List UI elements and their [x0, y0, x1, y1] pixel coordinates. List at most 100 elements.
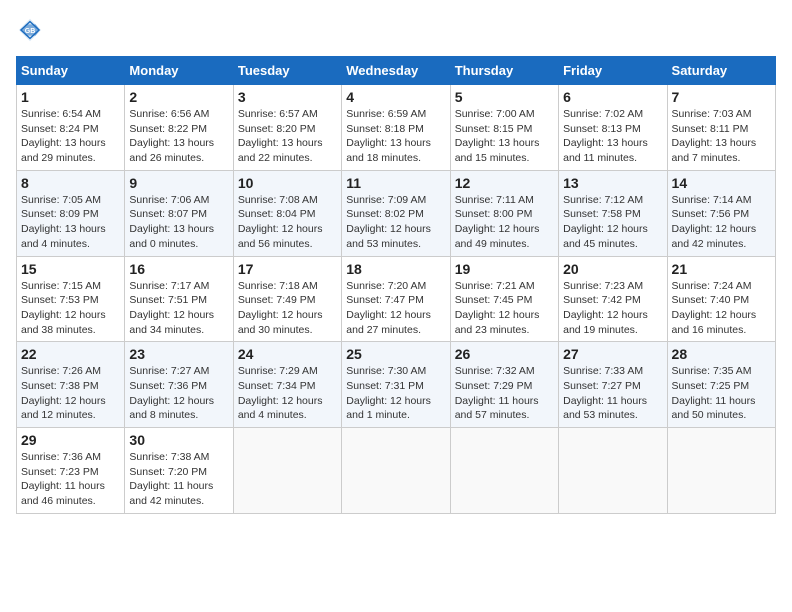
- calendar-cell: 23 Sunrise: 7:27 AM Sunset: 7:36 PM Dayli…: [125, 342, 233, 428]
- day-number: 5: [455, 89, 554, 105]
- day-number: 9: [129, 175, 228, 191]
- day-info: Sunrise: 6:56 AM Sunset: 8:22 PM Dayligh…: [129, 107, 228, 166]
- day-number: 29: [21, 432, 120, 448]
- day-number: 3: [238, 89, 337, 105]
- logo-icon: GB: [16, 16, 44, 44]
- day-number: 15: [21, 261, 120, 277]
- calendar-table: SundayMondayTuesdayWednesdayThursdayFrid…: [16, 56, 776, 514]
- day-number: 18: [346, 261, 445, 277]
- calendar-cell: 3 Sunrise: 6:57 AM Sunset: 8:20 PM Daylig…: [233, 85, 341, 171]
- day-info: Sunrise: 6:57 AM Sunset: 8:20 PM Dayligh…: [238, 107, 337, 166]
- calendar-cell: 30Sunrise: 7:38 AM Sunset: 7:20 PM Dayli…: [125, 428, 233, 514]
- day-number: 16: [129, 261, 228, 277]
- calendar-cell: 14 Sunrise: 7:14 AM Sunset: 7:56 PM Dayli…: [667, 170, 775, 256]
- calendar-week-2: 8 Sunrise: 7:05 AM Sunset: 8:09 PM Daylig…: [17, 170, 776, 256]
- calendar-cell: 17 Sunrise: 7:18 AM Sunset: 7:49 PM Dayli…: [233, 256, 341, 342]
- day-number: 27: [563, 346, 662, 362]
- day-info: Sunrise: 7:06 AM Sunset: 8:07 PM Dayligh…: [129, 193, 228, 252]
- day-info: Sunrise: 7:36 AM Sunset: 7:23 PM Dayligh…: [21, 450, 120, 509]
- day-info: Sunrise: 6:59 AM Sunset: 8:18 PM Dayligh…: [346, 107, 445, 166]
- day-info: Sunrise: 7:14 AM Sunset: 7:56 PM Dayligh…: [672, 193, 771, 252]
- calendar-cell: 16 Sunrise: 7:17 AM Sunset: 7:51 PM Dayli…: [125, 256, 233, 342]
- logo: GB: [16, 16, 48, 44]
- day-number: 11: [346, 175, 445, 191]
- calendar-cell: 22Sunrise: 7:26 AM Sunset: 7:38 PM Dayli…: [17, 342, 125, 428]
- calendar-week-5: 29 Sunrise: 7:36 AM Sunset: 7:23 PM Dayli…: [17, 428, 776, 514]
- day-info: Sunrise: 7:12 AM Sunset: 7:58 PM Dayligh…: [563, 193, 662, 252]
- day-number: 6: [563, 89, 662, 105]
- column-header-thursday: Thursday: [450, 57, 558, 85]
- column-header-friday: Friday: [559, 57, 667, 85]
- calendar-cell: 18 Sunrise: 7:20 AM Sunset: 7:47 PM Dayli…: [342, 256, 450, 342]
- day-info: Sunrise: 7:17 AM Sunset: 7:51 PM Dayligh…: [129, 279, 228, 338]
- day-info: Sunrise: 6:54 AM Sunset: 8:24 PM Dayligh…: [21, 107, 120, 166]
- column-header-monday: Monday: [125, 57, 233, 85]
- day-number: 20: [563, 261, 662, 277]
- column-header-tuesday: Tuesday: [233, 57, 341, 85]
- day-info: Sunrise: 7:18 AM Sunset: 7:49 PM Dayligh…: [238, 279, 337, 338]
- page-header: GB: [16, 16, 776, 44]
- day-number: 25: [346, 346, 445, 362]
- day-info: Sunrise: 7:20 AM Sunset: 7:47 PM Dayligh…: [346, 279, 445, 338]
- day-info: Sunrise: 7:15 AM Sunset: 7:53 PM Dayligh…: [21, 279, 120, 338]
- svg-text:GB: GB: [25, 28, 36, 35]
- calendar-cell: 27 Sunrise: 7:33 AM Sunset: 7:27 PM Dayli…: [559, 342, 667, 428]
- column-header-saturday: Saturday: [667, 57, 775, 85]
- calendar-cell: 26Sunrise: 7:32 AM Sunset: 7:29 PM Dayli…: [450, 342, 558, 428]
- calendar-cell: 20Sunrise: 7:23 AM Sunset: 7:42 PM Dayli…: [559, 256, 667, 342]
- calendar-cell: 28 Sunrise: 7:35 AM Sunset: 7:25 PM Dayli…: [667, 342, 775, 428]
- day-number: 12: [455, 175, 554, 191]
- calendar-week-1: 1 Sunrise: 6:54 AM Sunset: 8:24 PM Daylig…: [17, 85, 776, 171]
- day-info: Sunrise: 7:05 AM Sunset: 8:09 PM Dayligh…: [21, 193, 120, 252]
- calendar-cell: 19 Sunrise: 7:21 AM Sunset: 7:45 PM Dayli…: [450, 256, 558, 342]
- day-number: 10: [238, 175, 337, 191]
- calendar-cell: [450, 428, 558, 514]
- day-number: 28: [672, 346, 771, 362]
- day-info: Sunrise: 7:00 AM Sunset: 8:15 PM Dayligh…: [455, 107, 554, 166]
- calendar-cell: 29 Sunrise: 7:36 AM Sunset: 7:23 PM Dayli…: [17, 428, 125, 514]
- day-info: Sunrise: 7:09 AM Sunset: 8:02 PM Dayligh…: [346, 193, 445, 252]
- day-number: 8: [21, 175, 120, 191]
- day-info: Sunrise: 7:03 AM Sunset: 8:11 PM Dayligh…: [672, 107, 771, 166]
- day-info: Sunrise: 7:27 AM Sunset: 7:36 PM Dayligh…: [129, 364, 228, 423]
- day-number: 1: [21, 89, 120, 105]
- calendar-cell: 6Sunrise: 7:02 AM Sunset: 8:13 PM Daylig…: [559, 85, 667, 171]
- calendar-week-3: 15 Sunrise: 7:15 AM Sunset: 7:53 PM Dayli…: [17, 256, 776, 342]
- calendar-cell: 12 Sunrise: 7:11 AM Sunset: 8:00 PM Dayli…: [450, 170, 558, 256]
- calendar-cell: 24Sunrise: 7:29 AM Sunset: 7:34 PM Dayli…: [233, 342, 341, 428]
- calendar-cell: 7 Sunrise: 7:03 AM Sunset: 8:11 PM Daylig…: [667, 85, 775, 171]
- day-info: Sunrise: 7:35 AM Sunset: 7:25 PM Dayligh…: [672, 364, 771, 423]
- calendar-header-row: SundayMondayTuesdayWednesdayThursdayFrid…: [17, 57, 776, 85]
- day-info: Sunrise: 7:30 AM Sunset: 7:31 PM Dayligh…: [346, 364, 445, 423]
- day-info: Sunrise: 7:21 AM Sunset: 7:45 PM Dayligh…: [455, 279, 554, 338]
- day-number: 26: [455, 346, 554, 362]
- calendar-body: 1 Sunrise: 6:54 AM Sunset: 8:24 PM Daylig…: [17, 85, 776, 514]
- day-info: Sunrise: 7:38 AM Sunset: 7:20 PM Dayligh…: [129, 450, 228, 509]
- calendar-cell: [667, 428, 775, 514]
- day-number: 17: [238, 261, 337, 277]
- calendar-week-4: 22Sunrise: 7:26 AM Sunset: 7:38 PM Dayli…: [17, 342, 776, 428]
- calendar-cell: 21 Sunrise: 7:24 AM Sunset: 7:40 PM Dayli…: [667, 256, 775, 342]
- calendar-cell: 15 Sunrise: 7:15 AM Sunset: 7:53 PM Dayli…: [17, 256, 125, 342]
- calendar-cell: 1 Sunrise: 6:54 AM Sunset: 8:24 PM Daylig…: [17, 85, 125, 171]
- day-number: 22: [21, 346, 120, 362]
- calendar-cell: 5 Sunrise: 7:00 AM Sunset: 8:15 PM Daylig…: [450, 85, 558, 171]
- calendar-cell: 2Sunrise: 6:56 AM Sunset: 8:22 PM Daylig…: [125, 85, 233, 171]
- day-number: 23: [129, 346, 228, 362]
- day-info: Sunrise: 7:33 AM Sunset: 7:27 PM Dayligh…: [563, 364, 662, 423]
- day-number: 21: [672, 261, 771, 277]
- day-number: 19: [455, 261, 554, 277]
- day-info: Sunrise: 7:08 AM Sunset: 8:04 PM Dayligh…: [238, 193, 337, 252]
- day-info: Sunrise: 7:24 AM Sunset: 7:40 PM Dayligh…: [672, 279, 771, 338]
- day-number: 7: [672, 89, 771, 105]
- column-header-wednesday: Wednesday: [342, 57, 450, 85]
- calendar-cell: 10 Sunrise: 7:08 AM Sunset: 8:04 PM Dayli…: [233, 170, 341, 256]
- day-number: 14: [672, 175, 771, 191]
- day-info: Sunrise: 7:11 AM Sunset: 8:00 PM Dayligh…: [455, 193, 554, 252]
- calendar-cell: 13 Sunrise: 7:12 AM Sunset: 7:58 PM Dayli…: [559, 170, 667, 256]
- calendar-cell: [559, 428, 667, 514]
- calendar-cell: 11 Sunrise: 7:09 AM Sunset: 8:02 PM Dayli…: [342, 170, 450, 256]
- calendar-cell: 8 Sunrise: 7:05 AM Sunset: 8:09 PM Daylig…: [17, 170, 125, 256]
- calendar-cell: 9 Sunrise: 7:06 AM Sunset: 8:07 PM Daylig…: [125, 170, 233, 256]
- day-number: 13: [563, 175, 662, 191]
